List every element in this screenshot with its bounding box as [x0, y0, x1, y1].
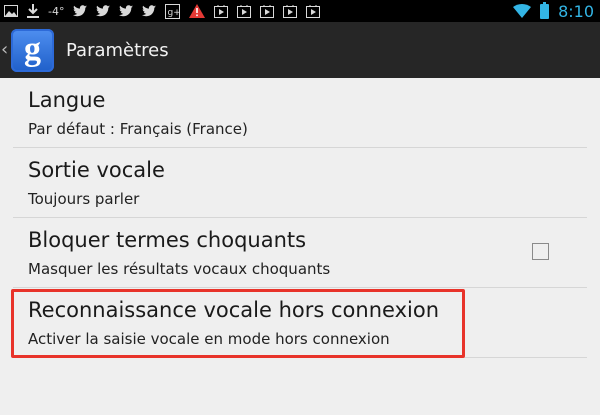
- setting-voice-output[interactable]: Sortie vocale Toujours parler: [13, 148, 587, 218]
- svg-text:g+: g+: [168, 8, 181, 18]
- setting-summary: Activer la saisie vocale en mode hors co…: [28, 330, 390, 348]
- setting-title: Bloquer termes choquants: [28, 228, 307, 252]
- setting-title: Reconnaissance vocale hors connexion: [28, 298, 439, 322]
- play-store-icon: [306, 3, 321, 19]
- back-chevron-icon[interactable]: ‹: [1, 41, 9, 59]
- setting-summary: Par défaut : Français (France): [28, 120, 248, 138]
- warning-icon: [189, 3, 206, 19]
- twitter-icon: [73, 3, 88, 19]
- setting-title: Sortie vocale: [28, 158, 165, 182]
- setting-title: Langue: [28, 88, 106, 112]
- action-bar: ‹ g Paramètres: [0, 22, 600, 78]
- setting-summary: Masquer les résultats vocaux choquants: [28, 260, 331, 278]
- picture-icon: [4, 3, 18, 19]
- twitter-icon: [96, 3, 111, 19]
- status-bar: -4° g+ 8:10: [0, 0, 600, 22]
- block-offensive-checkbox[interactable]: [532, 243, 549, 260]
- setting-offline-speech-recognition[interactable]: Reconnaissance vocale hors connexion Act…: [13, 288, 587, 358]
- setting-summary: Toujours parler: [28, 190, 140, 208]
- setting-block-offensive-words[interactable]: Bloquer termes choquants Masquer les rés…: [13, 218, 587, 288]
- play-store-icon: [214, 3, 229, 19]
- setting-language[interactable]: Langue Par défaut : Français (France): [13, 78, 587, 148]
- google-plus-icon: g+: [165, 3, 181, 19]
- twitter-icon: [119, 3, 134, 19]
- app-icon-letter: g: [24, 31, 41, 68]
- play-store-icon: [283, 3, 298, 19]
- wifi-icon: [513, 3, 532, 19]
- page-title: Paramètres: [66, 39, 169, 61]
- clock: 8:10: [558, 1, 594, 21]
- temperature-text: -4°: [48, 4, 65, 18]
- settings-list: Langue Par défaut : Français (France) So…: [0, 78, 600, 358]
- notification-icons: -4° g+: [4, 3, 321, 19]
- twitter-icon: [142, 3, 157, 19]
- play-store-icon: [237, 3, 252, 19]
- battery-icon: [540, 1, 550, 19]
- google-search-app-icon[interactable]: g: [11, 28, 54, 72]
- system-icons: 8:10: [513, 1, 594, 21]
- download-icon: [27, 3, 39, 19]
- play-store-icon: [260, 3, 275, 19]
